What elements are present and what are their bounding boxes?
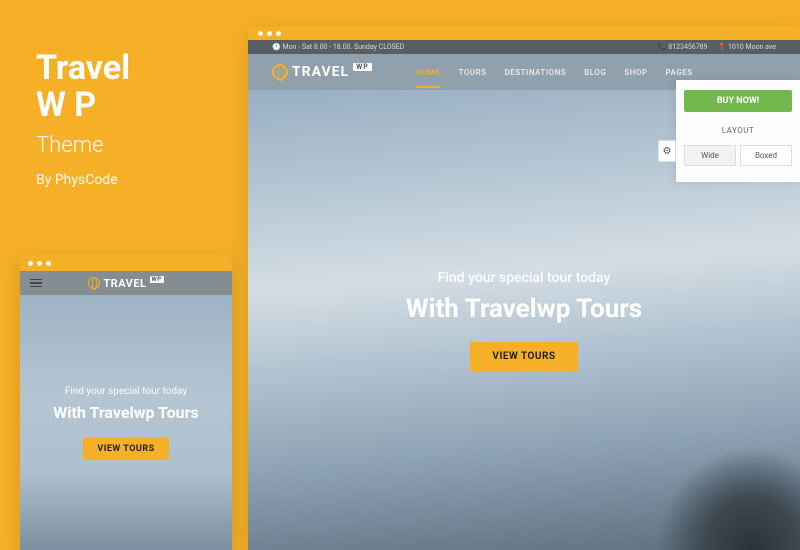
nav-item-tours[interactable]: TOURS [458, 68, 486, 77]
mobile-window-chrome [20, 255, 232, 271]
gear-icon[interactable]: ⚙ [658, 140, 676, 162]
brand-logo[interactable]: TRAVEL WP [88, 277, 163, 290]
product-title: Travel W P [36, 50, 130, 125]
nav-item-shop[interactable]: SHOP [624, 68, 647, 77]
nav-item-destinations[interactable]: DESTINATIONS [505, 68, 567, 77]
view-tours-button[interactable]: VIEW TOURS [470, 342, 577, 371]
brand-badge: WP [353, 63, 372, 71]
nav-item-home[interactable]: HOME [416, 68, 441, 77]
hours-text: 🕐 Mon - Sat 8.00 - 18.00. Sunday CLOSED [272, 43, 404, 51]
window-dot [258, 31, 263, 36]
layout-label: LAYOUT [684, 126, 792, 135]
mobile-navbar: TRAVEL WP [20, 271, 232, 295]
window-dot [276, 31, 281, 36]
brand-badge: WP [150, 276, 164, 283]
nav-item-pages[interactable]: PAGES [666, 68, 693, 77]
hero-tagline: Find your special tour today [438, 270, 611, 286]
desktop-content: 🕐 Mon - Sat 8.00 - 18.00. Sunday CLOSED … [248, 40, 800, 550]
product-byline: By PhysCode [36, 172, 130, 188]
product-subtitle: Theme [36, 133, 130, 158]
window-dot [37, 261, 42, 266]
desktop-window-chrome [248, 26, 800, 40]
nav-menu: HOME TOURS DESTINATIONS BLOG SHOP PAGES [416, 68, 693, 77]
title-line-1: Travel [36, 48, 130, 88]
view-tours-button[interactable]: VIEW TOURS [83, 438, 168, 460]
layout-wide-button[interactable]: Wide [684, 145, 736, 166]
window-dot [46, 261, 51, 266]
hamburger-icon[interactable] [30, 279, 42, 288]
buy-now-button[interactable]: BUY NOW! [684, 90, 792, 112]
address-text: 📍 1010 Moon ave [718, 43, 776, 51]
window-dot [267, 31, 272, 36]
nav-item-blog[interactable]: BLOG [584, 68, 606, 77]
product-info: Travel W P Theme By PhysCode [36, 50, 130, 188]
brand-logo[interactable]: TRAVEL WP [272, 64, 372, 80]
phone-text: 📞 8123456789 [658, 43, 708, 51]
globe-icon [88, 277, 100, 289]
mobile-preview: TRAVEL WP Find your special tour today W… [20, 255, 232, 550]
window-dot [28, 261, 33, 266]
customizer-panel: ⚙ BUY NOW! LAYOUT Wide Boxed [676, 80, 800, 182]
brand-name: TRAVEL [103, 277, 146, 290]
hero-headline: With Travelwp Tours [406, 294, 642, 324]
brand-name: TRAVEL [292, 64, 349, 80]
top-info-bar: 🕐 Mon - Sat 8.00 - 18.00. Sunday CLOSED … [248, 40, 800, 54]
mobile-hero: Find your special tour today With Travel… [20, 295, 232, 550]
hero-headline: With Travelwp Tours [53, 403, 198, 422]
desktop-preview: 🕐 Mon - Sat 8.00 - 18.00. Sunday CLOSED … [248, 26, 800, 550]
globe-icon [272, 64, 288, 80]
layout-boxed-button[interactable]: Boxed [740, 145, 792, 166]
title-line-2: W P [36, 85, 96, 125]
layout-switcher: Wide Boxed [684, 145, 792, 166]
hero-tagline: Find your special tour today [65, 386, 187, 397]
